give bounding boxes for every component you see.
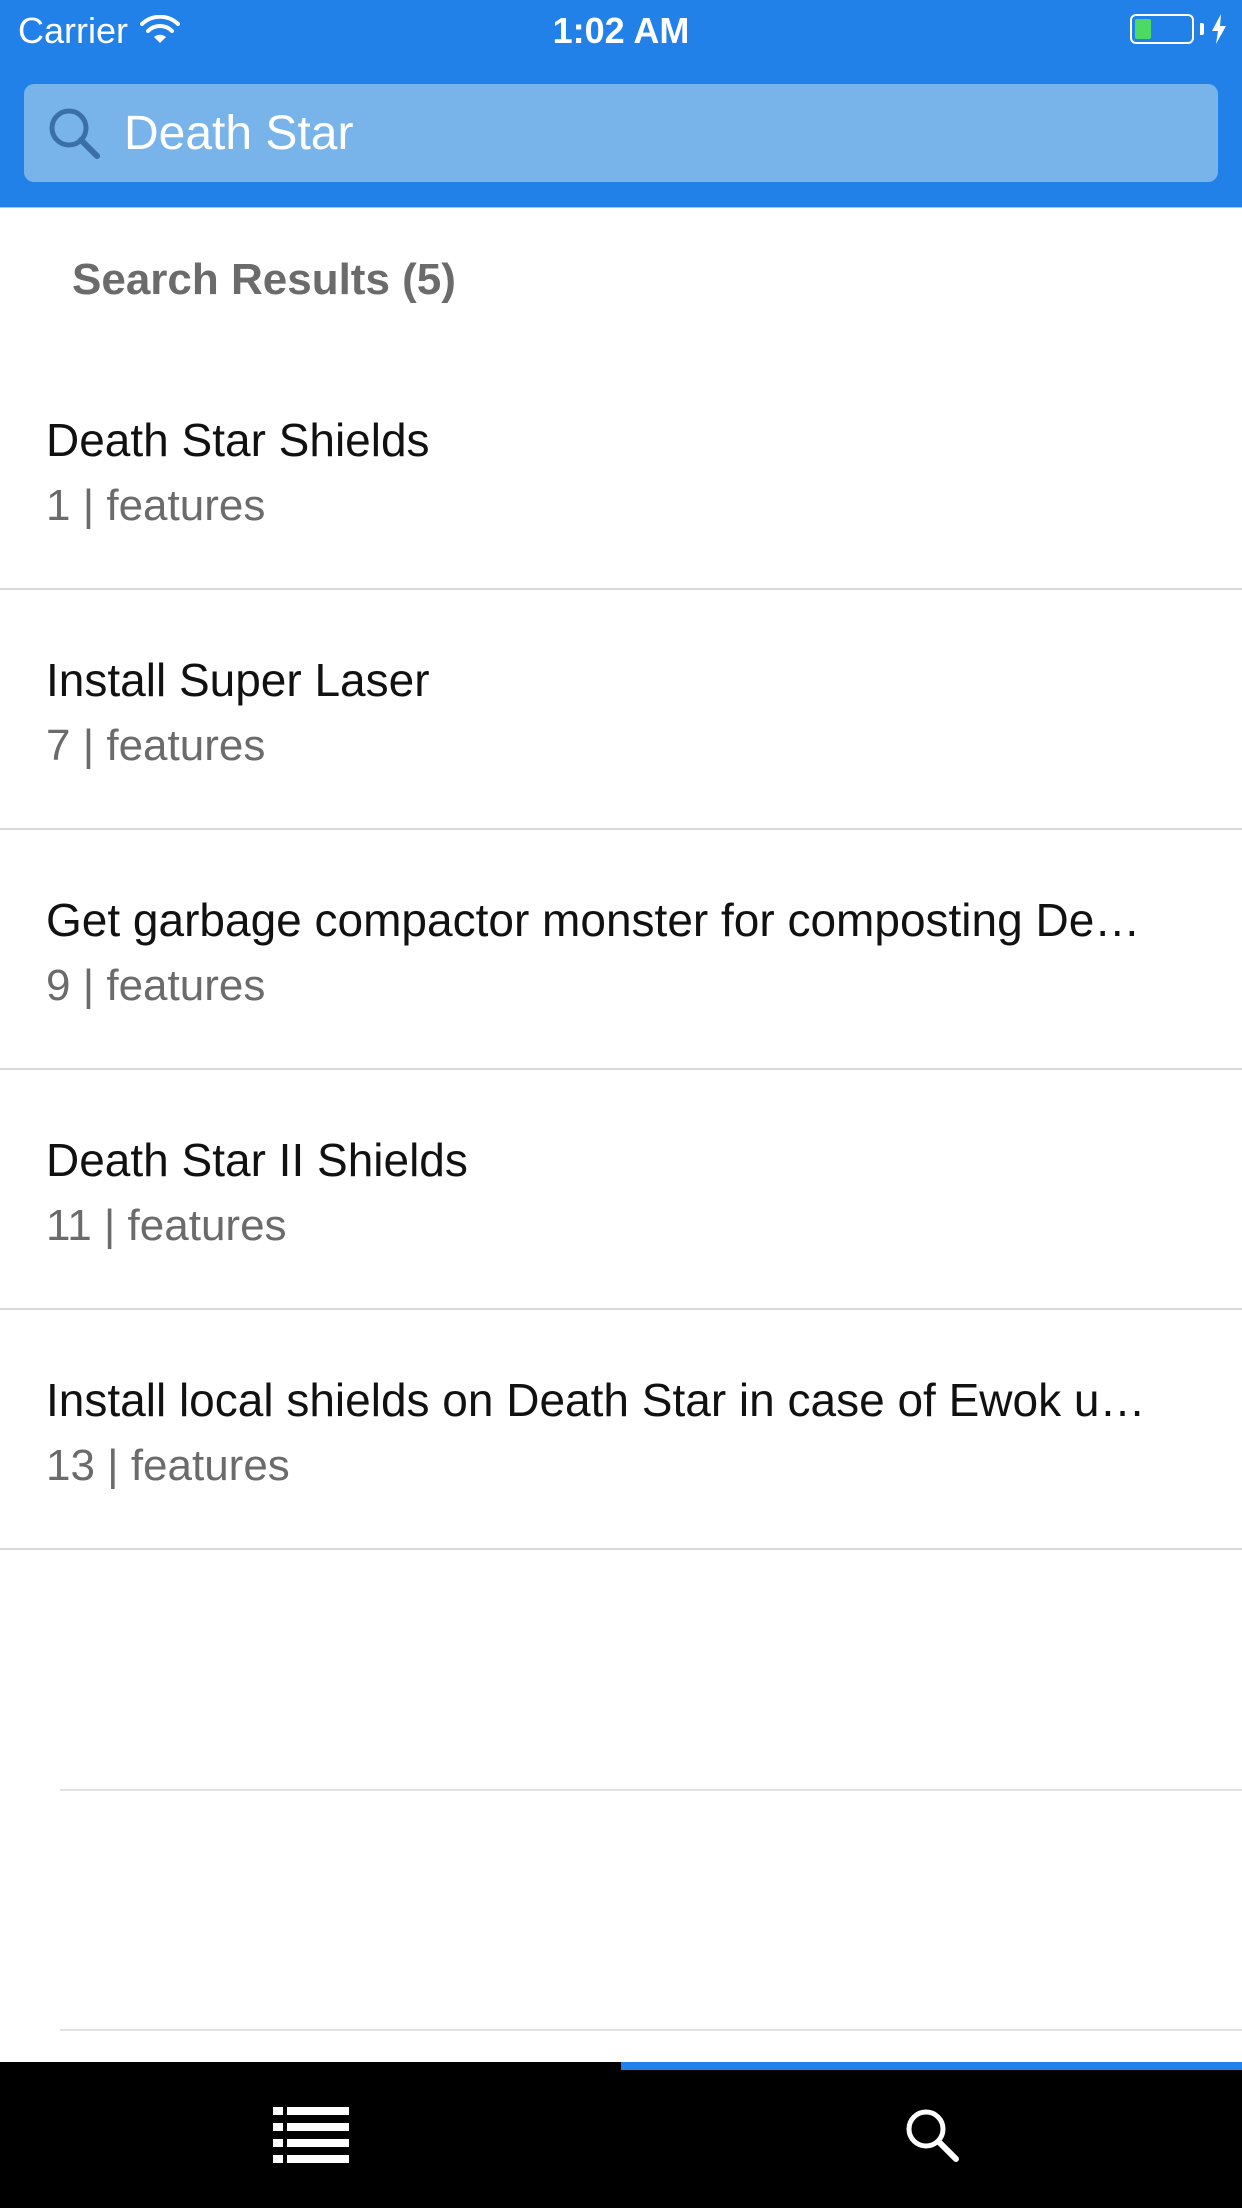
status-bar: Carrier 1:02 AM bbox=[0, 0, 1242, 62]
list-item[interactable]: Death Star Shields 1 | features bbox=[0, 350, 1242, 590]
battery-tip bbox=[1200, 23, 1204, 35]
battery-indicator bbox=[1130, 14, 1228, 44]
list-item-title: Install Super Laser bbox=[46, 654, 430, 706]
search-icon bbox=[906, 2109, 959, 2162]
list-item-title: Death Star II Shields bbox=[46, 1134, 468, 1186]
active-tab-indicator bbox=[621, 2062, 1242, 2070]
battery-icon bbox=[1130, 14, 1194, 44]
search-icon bbox=[44, 103, 104, 163]
list-icon bbox=[272, 2107, 349, 2163]
list-item[interactable]: Install local shields on Death Star in c… bbox=[0, 1310, 1242, 1550]
tab-bar bbox=[0, 2062, 1242, 2208]
status-time: 1:02 AM bbox=[552, 10, 690, 51]
search-bar[interactable] bbox=[24, 84, 1218, 182]
list-item-subtitle: 13 | features bbox=[46, 1441, 290, 1490]
list-item-subtitle: 7 | features bbox=[46, 721, 266, 770]
tab-list[interactable] bbox=[0, 2062, 621, 2208]
list-item-subtitle: 11 | features bbox=[46, 1201, 287, 1250]
list-item-subtitle: 1 | features bbox=[46, 481, 266, 530]
list-item-title: Install local shields on Death Star in c… bbox=[46, 1374, 1146, 1426]
header: Carrier 1:02 AM bbox=[0, 0, 1242, 208]
charging-bolt-icon bbox=[1212, 14, 1226, 44]
list-item-title: Death Star Shields bbox=[46, 414, 430, 466]
list-item[interactable]: Death Star II Shields 11 | features bbox=[0, 1070, 1242, 1310]
results-header: Search Results (5) bbox=[72, 255, 456, 304]
list-item-subtitle: 9 | features bbox=[46, 961, 266, 1010]
tab-search[interactable] bbox=[621, 2062, 1242, 2208]
list-item[interactable]: Install Super Laser 7 | features bbox=[0, 590, 1242, 830]
empty-row-divider bbox=[60, 1789, 1242, 1791]
list-item[interactable]: Get garbage compactor monster for compos… bbox=[0, 830, 1242, 1070]
battery-level bbox=[1135, 19, 1152, 39]
empty-row-divider bbox=[60, 2029, 1242, 2031]
app-screen: Carrier 1:02 AM Death Star Search Result… bbox=[0, 0, 1242, 2208]
list-item-title: Get garbage compactor monster for compos… bbox=[46, 894, 1141, 946]
result-list: Death Star Shields 1 | features Install … bbox=[0, 350, 1242, 1550]
search-input[interactable] bbox=[124, 84, 1218, 182]
